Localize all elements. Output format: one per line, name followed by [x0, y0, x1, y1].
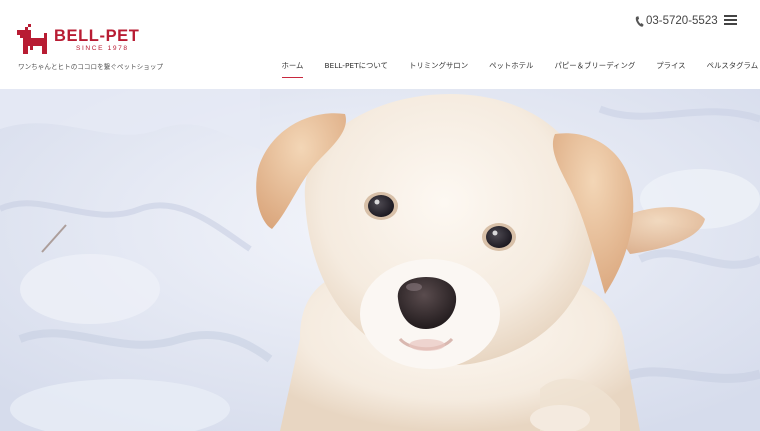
phone-icon [635, 15, 644, 27]
hamburger-menu-icon[interactable] [724, 14, 737, 25]
phone-link[interactable]: 03-5720-5523 [635, 13, 718, 29]
nav-item-pet-hotel[interactable]: ペットホテル [479, 60, 544, 78]
brand-tagline: ワンちゃんとヒトのココロを繋ぐペットショップ [18, 63, 164, 71]
phone-number: 03-5720-5523 [646, 15, 718, 27]
brand-name: BELL-PET [54, 27, 140, 45]
nav-item-puppy-breeding[interactable]: パピー＆ブリーディング [544, 60, 646, 78]
brand-since: SINCE 1978 [76, 45, 129, 52]
site-header: BELL-PET SINCE 1978 ワンちゃんとヒトのココロを繋ぐペットショ… [0, 0, 760, 89]
puppy-in-snow-illustration [0, 89, 760, 431]
nav-item-about[interactable]: BELL-PETについて [314, 60, 399, 78]
menu-line [724, 15, 737, 17]
hero-image [0, 89, 760, 431]
nav-item-price[interactable]: プライス [646, 60, 696, 78]
nav-item-trimming-salon[interactable]: トリミングサロン [398, 60, 478, 78]
menu-line [724, 19, 737, 21]
nav-item-bellstagram[interactable]: ペルスタグラム [696, 60, 760, 78]
nav-item-home[interactable]: ホーム [271, 60, 314, 78]
dog-logo-icon [17, 24, 47, 54]
main-nav: ホーム BELL-PETについて トリミングサロン ペットホテル パピー＆ブリー… [271, 60, 760, 78]
menu-line [724, 23, 737, 25]
